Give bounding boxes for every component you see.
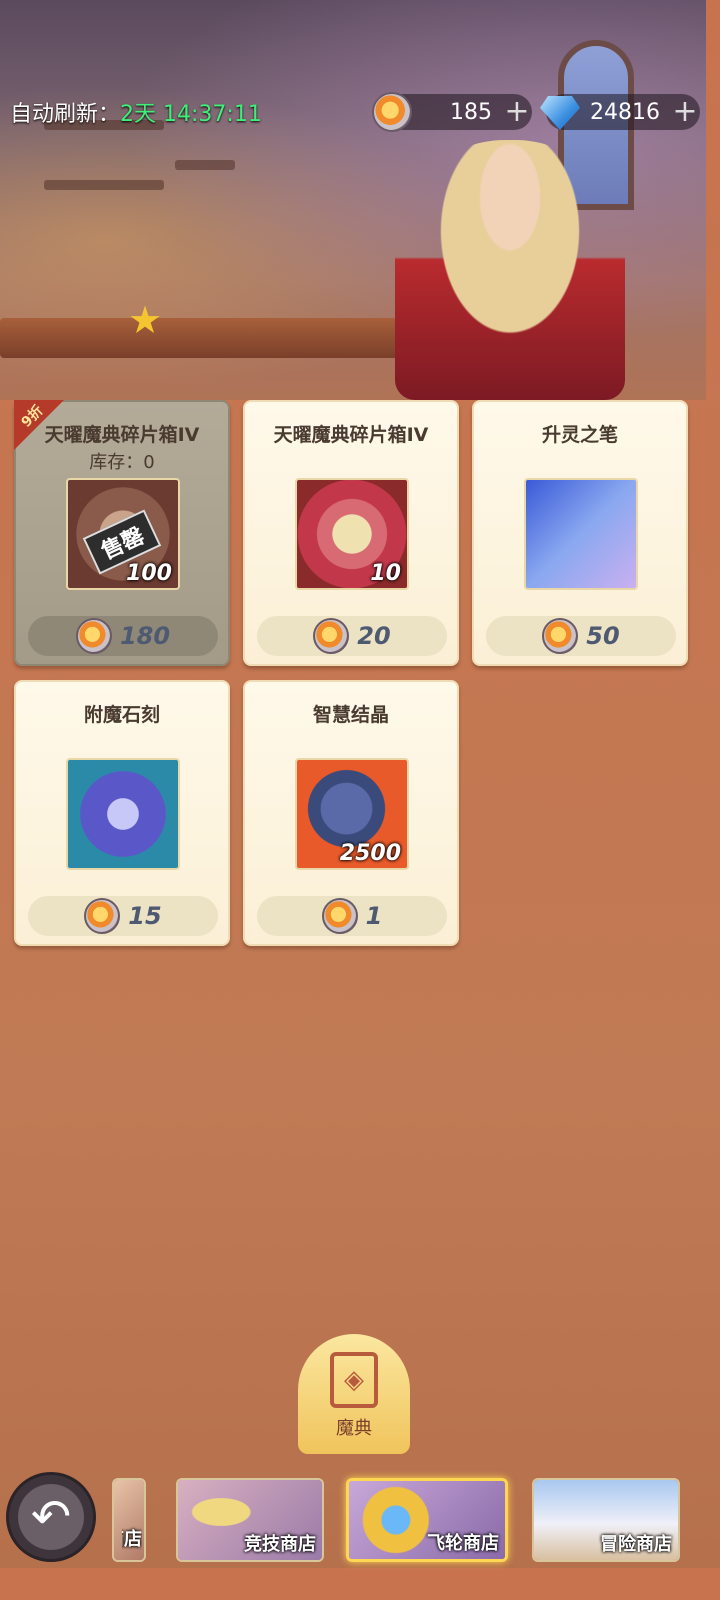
enchant-stone-icon (66, 758, 180, 870)
grimoire-box-icon: 10 (295, 478, 409, 590)
shopkeeper-character (395, 140, 625, 400)
item-quantity: 2500 (339, 841, 401, 866)
item-price: 15 (128, 902, 162, 930)
shop-tab-label: 竞技商店 (244, 1534, 316, 1555)
shop-tab-label: 冒险商店 (600, 1534, 672, 1555)
item-price: 20 (357, 622, 391, 650)
wisdom-crystal-icon: 2500 (295, 758, 409, 870)
add-coin-button[interactable]: + (502, 97, 532, 127)
star-icon: ★ (128, 298, 163, 342)
wheel-coin-icon (372, 92, 412, 132)
price-tag: 1 (257, 896, 447, 936)
shop-tab-general[interactable]: 商店 (112, 1478, 146, 1562)
shop-item-card[interactable]: 天曜魔典碎片箱IV 10 20 (243, 400, 459, 666)
item-price: 50 (586, 622, 620, 650)
shop-item-card[interactable]: 9折 天曜魔典碎片箱IV 库存：0 售罄 100 180 (14, 400, 230, 666)
item-quantity: 10 (370, 561, 401, 586)
item-quantity: 100 (126, 561, 172, 586)
item-name: 天曜魔典碎片箱IV (273, 424, 429, 446)
grimoire-box-icon: 售罄 100 (66, 478, 180, 590)
price-tag: 20 (257, 616, 447, 656)
feather-pen-icon (524, 478, 638, 590)
shop-item-card[interactable]: 智慧结晶 2500 1 (243, 680, 459, 946)
wheel-coin-icon (75, 618, 112, 654)
item-name: 附魔石刻 (83, 704, 160, 726)
wheel-coin-icon (321, 898, 358, 934)
shop-tab-label: 飞轮商店 (427, 1533, 499, 1554)
refresh-timer: 2天 14:37:11 (120, 102, 262, 127)
price-tag: 15 (28, 896, 218, 936)
shop-item-card[interactable]: 升灵之笔 50 (472, 400, 688, 666)
shop-tab-wheel[interactable]: 飞轮商店 (346, 1478, 508, 1562)
desk-decoration (0, 318, 420, 358)
item-stock: 库存：0 (89, 452, 155, 473)
item-name: 天曜魔典碎片箱IV (44, 424, 200, 446)
category-tab-label: 魔典 (336, 1418, 372, 1439)
category-tab-grimoire[interactable]: ◈ 魔典 (298, 1334, 410, 1454)
shop-tab-adventure[interactable]: 冒险商店 (532, 1478, 680, 1562)
wheel-coin-icon (84, 898, 121, 934)
back-button[interactable]: ↶ (6, 1472, 96, 1562)
item-price: 180 (119, 622, 171, 650)
shop-banner: ★ (0, 0, 706, 400)
price-tag: 180 (28, 616, 218, 656)
add-diamond-button[interactable]: + (670, 97, 700, 127)
refresh-label: 自动刷新： (10, 102, 121, 127)
wheel-coin-icon (542, 618, 579, 654)
item-price: 1 (365, 902, 383, 930)
shop-tab-arena[interactable]: 竞技商店 (176, 1478, 324, 1562)
wheel-coin-icon (313, 618, 350, 654)
item-name: 升灵之笔 (541, 424, 618, 446)
shop-tab-label: 商店 (122, 1529, 142, 1550)
price-tag: 50 (486, 616, 676, 656)
auto-refresh: 自动刷新：2天 14:37:11 (10, 96, 262, 128)
shop-item-card[interactable]: 附魔石刻 15 (14, 680, 230, 946)
grimoire-icon: ◈ (330, 1352, 378, 1408)
item-name: 智慧结晶 (312, 704, 389, 726)
